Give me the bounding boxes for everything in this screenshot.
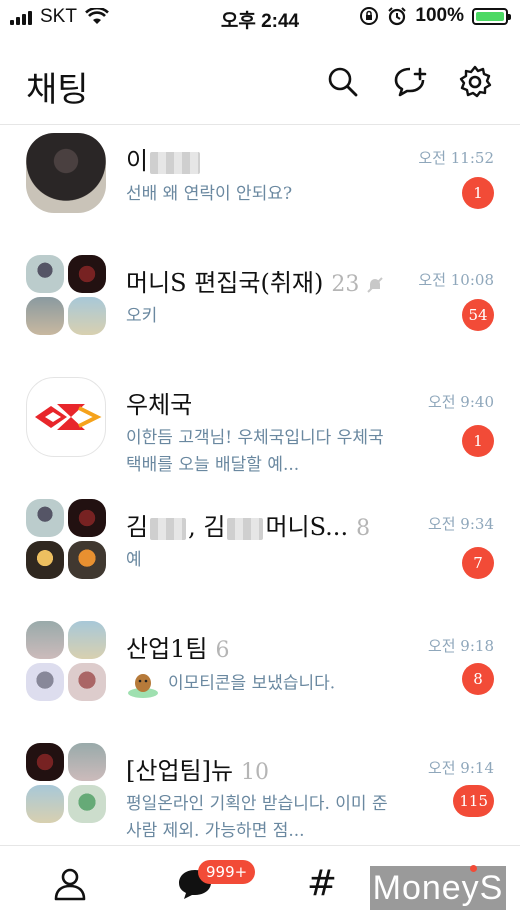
chat-name-text: 머니S 편집국(취재) <box>126 269 324 297</box>
page-title: 채팅 <box>26 70 89 110</box>
chat-preview-text: 이모티콘을 보냈습니다. <box>168 673 336 694</box>
nav-hashtag[interactable]: # <box>302 864 342 904</box>
chat-row[interactable]: [산업팀]뉴 10 평일온라인 기획안 받습니다. 이미 준 사람 제외. 가능하… <box>0 735 520 857</box>
chat-time: 오전 9:40 <box>427 393 494 411</box>
member-count: 10 <box>241 760 270 785</box>
chat-list: 이 선배 왜 연락이 안되요? 오전 11:52 1 머니S 편집국(취재) 23… <box>0 125 520 857</box>
chat-name: 김 , 김 머니S... 8 <box>126 507 370 542</box>
chat-name: 우체국 <box>126 391 193 419</box>
chat-name-text: 이 <box>126 147 149 175</box>
chat-name-text: 산업1팀 <box>126 635 208 663</box>
gear-icon <box>459 65 492 98</box>
chat-preview: 이한듬 고객님! 우체국입니다 우체국택배를 오늘 배달할 예... <box>126 428 384 475</box>
chat-name: [산업팀]뉴 10 <box>126 751 269 786</box>
chat-name-text: 머니S... <box>265 513 349 541</box>
unread-badge: 1 <box>462 177 494 209</box>
new-chat-button[interactable] <box>393 64 429 100</box>
status-right: 100% <box>359 5 511 27</box>
avatar <box>26 377 106 457</box>
chat-name-text: 김 <box>126 513 149 541</box>
chat-time: 오전 10:08 <box>418 271 494 289</box>
unread-badge: 54 <box>462 299 494 331</box>
chat-row[interactable]: 이 선배 왜 연락이 안되요? 오전 11:52 1 <box>0 125 520 247</box>
member-count: 23 <box>331 272 360 297</box>
chat-time: 오전 9:34 <box>427 515 494 533</box>
unread-badge: 7 <box>462 547 494 579</box>
battery-percent: 100% <box>415 5 464 26</box>
chat-nav-badge: 999+ <box>198 860 256 884</box>
chat-name: 머니S 편집국(취재) 23 <box>126 263 385 298</box>
search-icon <box>328 67 358 97</box>
chat-time: 오전 9:18 <box>427 637 494 655</box>
battery-icon <box>472 7 511 25</box>
chat-preview: 평일온라인 기획안 받습니다. 이미 준 사람 제외. 가능하면 점... <box>126 794 388 841</box>
rotation-lock-icon <box>360 7 379 25</box>
avatar <box>26 133 106 213</box>
chat-preview: 오키 <box>126 306 158 326</box>
status-bar: SKT 오후 2:44 100% <box>0 0 520 34</box>
avatar-group <box>26 255 106 335</box>
avatar-group <box>26 499 106 579</box>
chat-name-text: , 김 <box>188 513 226 541</box>
blurred-name <box>150 151 201 174</box>
chat-preview: 선배 왜 연락이 안되요? <box>126 184 293 204</box>
unread-badge: 115 <box>453 785 494 817</box>
chat-preview: 예 <box>126 550 142 570</box>
chat-row[interactable]: 산업1팀 6 이모티콘을 보냈습니다. 오전 9:18 8 <box>0 613 520 735</box>
chat-preview: 이모티콘을 보냈습니다. <box>126 669 396 699</box>
blurred-name <box>150 517 187 540</box>
nav-friends[interactable] <box>50 864 90 904</box>
watermark-logo: MoneyS <box>370 866 506 910</box>
chat-row[interactable]: 우체국 이한듬 고객님! 우체국입니다 우체국택배를 오늘 배달할 예... 오… <box>0 369 520 491</box>
avatar-group <box>26 621 106 701</box>
member-count: 8 <box>356 516 371 541</box>
member-count: 6 <box>215 638 230 663</box>
chat-time: 오전 11:52 <box>418 149 494 167</box>
unread-badge: 1 <box>462 425 494 457</box>
notification-dot <box>470 865 477 872</box>
search-button[interactable] <box>325 64 361 100</box>
settings-button[interactable] <box>457 64 493 100</box>
post-office-logo-icon <box>35 404 102 430</box>
header: 채팅 <box>0 34 520 125</box>
mute-icon <box>367 276 384 293</box>
chat-row[interactable]: 머니S 편집국(취재) 23 오키 오전 10:08 54 <box>0 247 520 369</box>
alarm-icon <box>388 7 407 26</box>
chat-time: 오전 9:14 <box>427 759 494 777</box>
friends-icon <box>54 868 86 901</box>
avatar-group <box>26 743 106 823</box>
blurred-name <box>227 517 264 540</box>
chat-name: 산업1팀 6 <box>126 629 230 664</box>
chat-row[interactable]: 김 , 김 머니S... 8 예 오전 9:34 7 <box>0 491 520 613</box>
emoticon-icon <box>128 674 158 698</box>
hashtag-icon: # <box>306 863 338 904</box>
unread-badge: 8 <box>462 663 494 695</box>
chat-name: 이 <box>126 141 202 176</box>
new-chat-icon <box>394 67 427 97</box>
chat-name-text: [산업팀]뉴 <box>126 757 234 785</box>
